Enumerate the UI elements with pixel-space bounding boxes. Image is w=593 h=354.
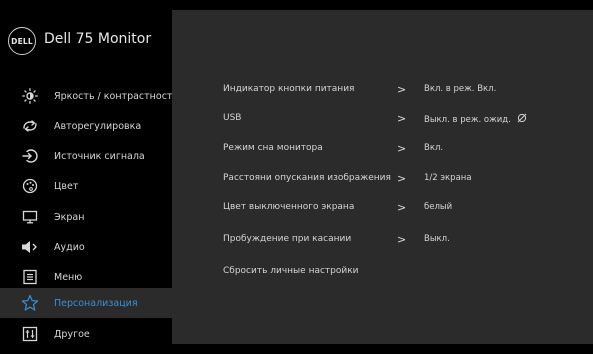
setting-row-monitor-sleep[interactable]: Режим сна монитора > Вкл. xyxy=(172,138,593,162)
auto-adjust-icon xyxy=(17,116,43,136)
monitor-osd: DELL Dell 75 Monitor Яркость / контрастн… xyxy=(0,0,593,354)
sidebar-item-others[interactable]: Другое xyxy=(0,319,172,349)
setting-value: Выкл. xyxy=(424,234,450,244)
sidebar-item-label: Аудио xyxy=(54,241,85,253)
setting-value: 1/2 экрана xyxy=(424,173,472,183)
chevron-right-icon: > xyxy=(397,172,407,185)
header: DELL Dell 75 Monitor xyxy=(0,0,172,74)
sidebar-item-input-source[interactable]: Источник сигнала xyxy=(0,141,172,171)
sidebar-item-label: Экран xyxy=(54,211,85,223)
sidebar-item-label: Меню xyxy=(54,271,83,283)
display-icon xyxy=(17,207,43,227)
audio-icon xyxy=(17,237,43,257)
sidebar-item-label: Источник сигнала xyxy=(54,150,145,162)
sidebar-item-label: Яркость / контрастность xyxy=(54,90,179,102)
sidebar-item-label: Персонализация xyxy=(54,297,138,309)
setting-name: Пробуждение при касании xyxy=(223,234,352,244)
setting-name: Цвет выключенного экрана xyxy=(223,202,355,212)
setting-row-lowering-distance[interactable]: Расстояни опускания изображения > 1/2 эк… xyxy=(172,168,593,192)
chevron-right-icon: > xyxy=(397,142,407,155)
palette-icon xyxy=(17,176,43,196)
setting-name: Расстояни опускания изображения xyxy=(223,173,391,183)
sidebar: DELL Dell 75 Monitor Яркость / контрастн… xyxy=(0,0,178,354)
dell-logo: DELL xyxy=(8,27,36,55)
setting-row-power-button-led[interactable]: Индикатор кнопки питания > Вкл. в реж. В… xyxy=(172,79,593,103)
sidebar-item-personalize[interactable]: Персонализация xyxy=(0,288,172,318)
setting-name: Режим сна монитора xyxy=(223,143,323,153)
setting-row-usb[interactable]: USB > Выкл. в реж. ожид. xyxy=(172,108,593,132)
power-off-icon xyxy=(517,113,527,126)
setting-value: белый xyxy=(424,202,453,212)
brightness-icon xyxy=(17,86,43,106)
setting-name: USB xyxy=(223,113,242,123)
menu-icon xyxy=(17,267,43,287)
sidebar-item-label: Авторегулировка xyxy=(54,120,142,132)
setting-name: Сбросить личные настройки xyxy=(223,266,359,276)
chevron-right-icon: > xyxy=(397,83,407,96)
sidebar-item-display[interactable]: Экран xyxy=(0,202,172,232)
chevron-right-icon: > xyxy=(397,201,407,214)
sidebar-item-audio[interactable]: Аудио xyxy=(0,232,172,262)
chevron-right-icon: > xyxy=(397,112,407,125)
setting-row-touch-wake[interactable]: Пробуждение при касании > Выкл. xyxy=(172,229,593,253)
chevron-right-icon: > xyxy=(397,233,407,246)
sidebar-item-auto-adjust[interactable]: Авторегулировка xyxy=(0,111,172,141)
others-icon xyxy=(17,324,43,344)
sidebar-item-brightness-contrast[interactable]: Яркость / контрастность xyxy=(0,81,178,111)
setting-value: Вкл. xyxy=(424,143,444,153)
star-icon xyxy=(17,293,43,313)
setting-value-text: Выкл. в реж. ожид. xyxy=(424,115,511,125)
setting-value: Вкл. в реж. Вкл. xyxy=(424,84,497,94)
setting-name: Индикатор кнопки питания xyxy=(223,84,355,94)
sidebar-item-label: Цвет xyxy=(54,180,79,192)
setting-value: Выкл. в реж. ожид. xyxy=(424,113,527,126)
sidebar-item-label: Другое xyxy=(54,328,90,340)
setting-row-screen-off-color[interactable]: Цвет выключенного экрана > белый xyxy=(172,197,593,221)
setting-row-reset-personalization[interactable]: Сбросить личные настройки xyxy=(172,261,593,285)
settings-panel: Индикатор кнопки питания > Вкл. в реж. В… xyxy=(172,10,593,344)
sidebar-item-color[interactable]: Цвет xyxy=(0,171,172,201)
monitor-model-title: Dell 75 Monitor xyxy=(44,31,152,47)
input-source-icon xyxy=(17,146,43,166)
